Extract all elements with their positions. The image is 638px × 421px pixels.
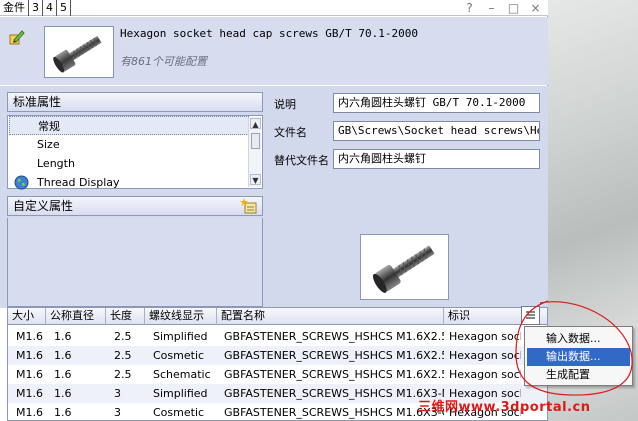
standard-properties-title: 标准属性: [13, 95, 62, 109]
property-item-length[interactable]: Length: [9, 154, 249, 173]
table-context-menu: 输入数据... 输出数据... 生成配置: [524, 326, 633, 386]
property-item-thread-display[interactable]: Thread Display: [9, 173, 249, 192]
table-row[interactable]: M1.6 1.6 2.5 Simplified GBFASTENER_SCREW…: [8, 327, 547, 346]
alternate-filename-field[interactable]: 内六角圆柱头螺钉: [333, 149, 540, 169]
cell-diameter: 1.6: [54, 406, 72, 419]
column-header-size[interactable]: 大小: [8, 308, 46, 325]
configuration-count: 有861个可能配置: [120, 55, 207, 68]
table-row[interactable]: M1.6 1.6 2.5 Schematic GBFASTENER_SCREWS…: [8, 365, 547, 384]
custom-properties-list: [7, 218, 263, 307]
cell-length: 3: [114, 406, 121, 419]
cell-diameter: 1.6: [54, 330, 72, 343]
cell-length: 2.5: [114, 330, 132, 343]
cell-size: M1.6: [16, 387, 43, 400]
table-menu-button[interactable]: [521, 306, 540, 325]
description-label: 说明: [274, 98, 296, 111]
cell-length: 2.5: [114, 368, 132, 381]
standard-properties-header: 标准属性: [7, 92, 263, 112]
scroll-down-icon[interactable]: ▼: [250, 174, 261, 185]
table-row[interactable]: M1.6 1.6 2.5 Cosmetic GBFASTENER_SCREWS_…: [8, 346, 547, 365]
column-header-config-name[interactable]: 配置名称: [217, 308, 444, 325]
help-icon[interactable]: ?: [463, 1, 476, 15]
filename-label: 文件名: [274, 126, 307, 139]
cell-config-name: GBFASTENER_SCREWS_HSHCS M1.6X3-C: [224, 406, 444, 419]
cell-config-name: GBFASTENER_SCREWS_HSHCS M1.6X2.5-S: [224, 368, 444, 381]
cell-diameter: 1.6: [54, 387, 72, 400]
properties-scrollbar[interactable]: ▲ ▼: [248, 117, 261, 187]
cell-thread-display: Simplified: [153, 387, 208, 400]
menu-item-import-data[interactable]: 输入数据...: [527, 330, 630, 348]
column-header-thread-display[interactable]: 螺纹线显示: [145, 308, 217, 325]
maximize-icon[interactable]: □: [507, 1, 520, 15]
cell-diameter: 1.6: [54, 368, 72, 381]
tab-4[interactable]: 4: [43, 0, 57, 16]
property-label: Thread Display: [37, 176, 120, 189]
title-bar: 金件 3 4 5 ? – □ ×: [0, 0, 548, 16]
property-label: 常规: [38, 120, 60, 133]
custom-properties-header: 自定义属性: [7, 196, 263, 216]
property-item-size[interactable]: Size: [9, 135, 249, 154]
property-label: Length: [37, 157, 75, 170]
cell-thread-display: Schematic: [153, 368, 211, 381]
standard-properties-list: 常规 Size Length Thread Display ▲ ▼: [7, 115, 263, 192]
cell-size: M1.6: [16, 330, 43, 343]
close-icon[interactable]: ×: [529, 1, 542, 15]
list-menu-icon: [526, 311, 535, 319]
tab-5[interactable]: 5: [57, 0, 71, 16]
cell-thread-display: Simplified: [153, 330, 208, 343]
column-header-length[interactable]: 长度: [106, 308, 145, 325]
table-header: 大小 公称直径 长度 螺纹线显示 配置名称 标识: [8, 308, 547, 325]
scroll-thumb[interactable]: [251, 133, 260, 149]
column-header-identifier[interactable]: 标识: [444, 308, 524, 325]
cell-config-name: GBFASTENER_SCREWS_HSHCS M1.6X3-N: [224, 387, 444, 400]
cell-identifier: Hexagon socke: [449, 368, 521, 381]
cell-length: 3: [114, 387, 121, 400]
column-header-diameter[interactable]: 公称直径: [46, 308, 106, 325]
cell-size: M1.6: [16, 349, 43, 362]
cell-size: M1.6: [16, 406, 43, 419]
globe-icon: [14, 175, 29, 190]
minimize-icon[interactable]: –: [485, 1, 498, 15]
scroll-up-icon[interactable]: ▲: [250, 118, 261, 129]
cell-identifier: Hexagon socke: [449, 330, 521, 343]
window-controls: ? – □ ×: [463, 0, 542, 16]
add-property-icon[interactable]: [240, 198, 258, 215]
edit-part-icon[interactable]: [9, 29, 25, 45]
part-title: Hexagon socket head cap screws GB/T 70.1…: [120, 27, 419, 40]
menu-item-export-data[interactable]: 输出数据...: [527, 348, 630, 366]
part-thumbnail: [44, 26, 114, 78]
alternate-filename-label: 替代文件名: [274, 154, 329, 167]
property-label: Size: [37, 138, 60, 151]
tab-3[interactable]: 3: [29, 0, 43, 16]
cell-thread-display: Cosmetic: [153, 406, 205, 419]
tab-1[interactable]: 金件: [0, 0, 29, 16]
cell-thread-display: Cosmetic: [153, 349, 205, 362]
cell-length: 2.5: [114, 349, 132, 362]
cell-config-name: GBFASTENER_SCREWS_HSHCS M1.6X2.5-N: [224, 330, 444, 343]
watermark: 三维网www.3dportal.cn: [418, 400, 591, 415]
property-item-general[interactable]: 常规: [9, 116, 249, 135]
cell-config-name: GBFASTENER_SCREWS_HSHCS M1.6X2.5-C: [224, 349, 444, 362]
configuration-publisher-panel: 金件 3 4 5 ? – □ × Hexagon socket head cap…: [0, 0, 548, 421]
menu-item-generate-configurations[interactable]: 生成配置: [527, 366, 630, 384]
cell-size: M1.6: [16, 368, 43, 381]
part-preview-image: [360, 234, 449, 300]
description-field[interactable]: 内六角圆柱头螺钉 GB/T 70.1-2000: [333, 93, 540, 113]
cell-identifier: Hexagon socke: [449, 349, 521, 362]
filename-field[interactable]: GB\Screws\Socket head screws\Hexagon: [333, 121, 540, 141]
custom-properties-title: 自定义属性: [13, 199, 74, 213]
part-header: Hexagon socket head cap screws GB/T 70.1…: [0, 17, 548, 85]
cell-diameter: 1.6: [54, 349, 72, 362]
